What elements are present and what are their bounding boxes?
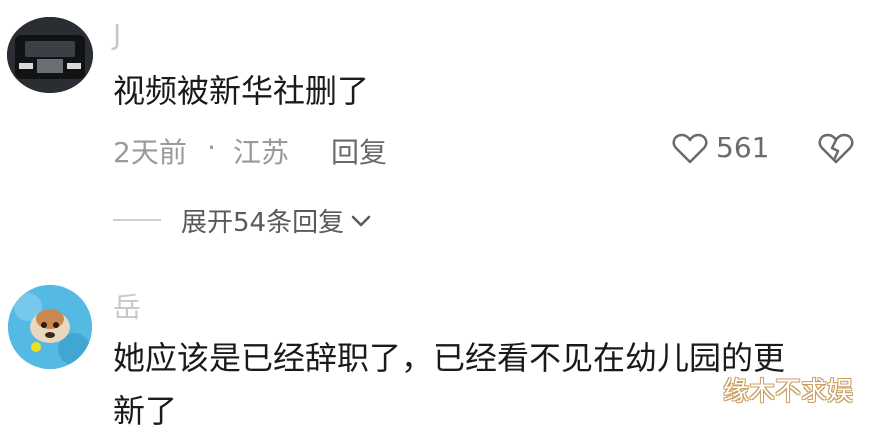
expand-divider	[113, 219, 161, 221]
watermark: 缘木不求娱	[723, 377, 854, 407]
user-avatar[interactable]	[8, 285, 92, 369]
car-avatar-icon	[7, 17, 93, 93]
user-avatar[interactable]	[7, 17, 93, 93]
username[interactable]: J	[113, 18, 123, 51]
expand-replies-label: 展开54条回复	[181, 208, 345, 238]
comment-time: 2天前	[113, 136, 187, 169]
dog-avatar-icon	[8, 285, 92, 369]
meta-separator: ·	[207, 131, 216, 164]
comment-text-line2: 新了	[113, 392, 178, 430]
like-count: 561	[716, 131, 770, 164]
broken-heart-icon[interactable]	[818, 132, 854, 166]
comment-text: 视频被新华社删了	[113, 72, 370, 110]
comment-text-line1: 她应该是已经辞职了，已经看不见在幼儿园的更	[113, 339, 786, 377]
chevron-down-icon	[351, 215, 371, 226]
expand-replies-button[interactable]: 展开54条回复	[181, 202, 372, 239]
reply-button[interactable]: 回复	[331, 131, 387, 171]
comment-location: 江苏	[233, 136, 290, 169]
username[interactable]: 岳	[113, 286, 143, 326]
heart-icon[interactable]	[672, 133, 708, 165]
